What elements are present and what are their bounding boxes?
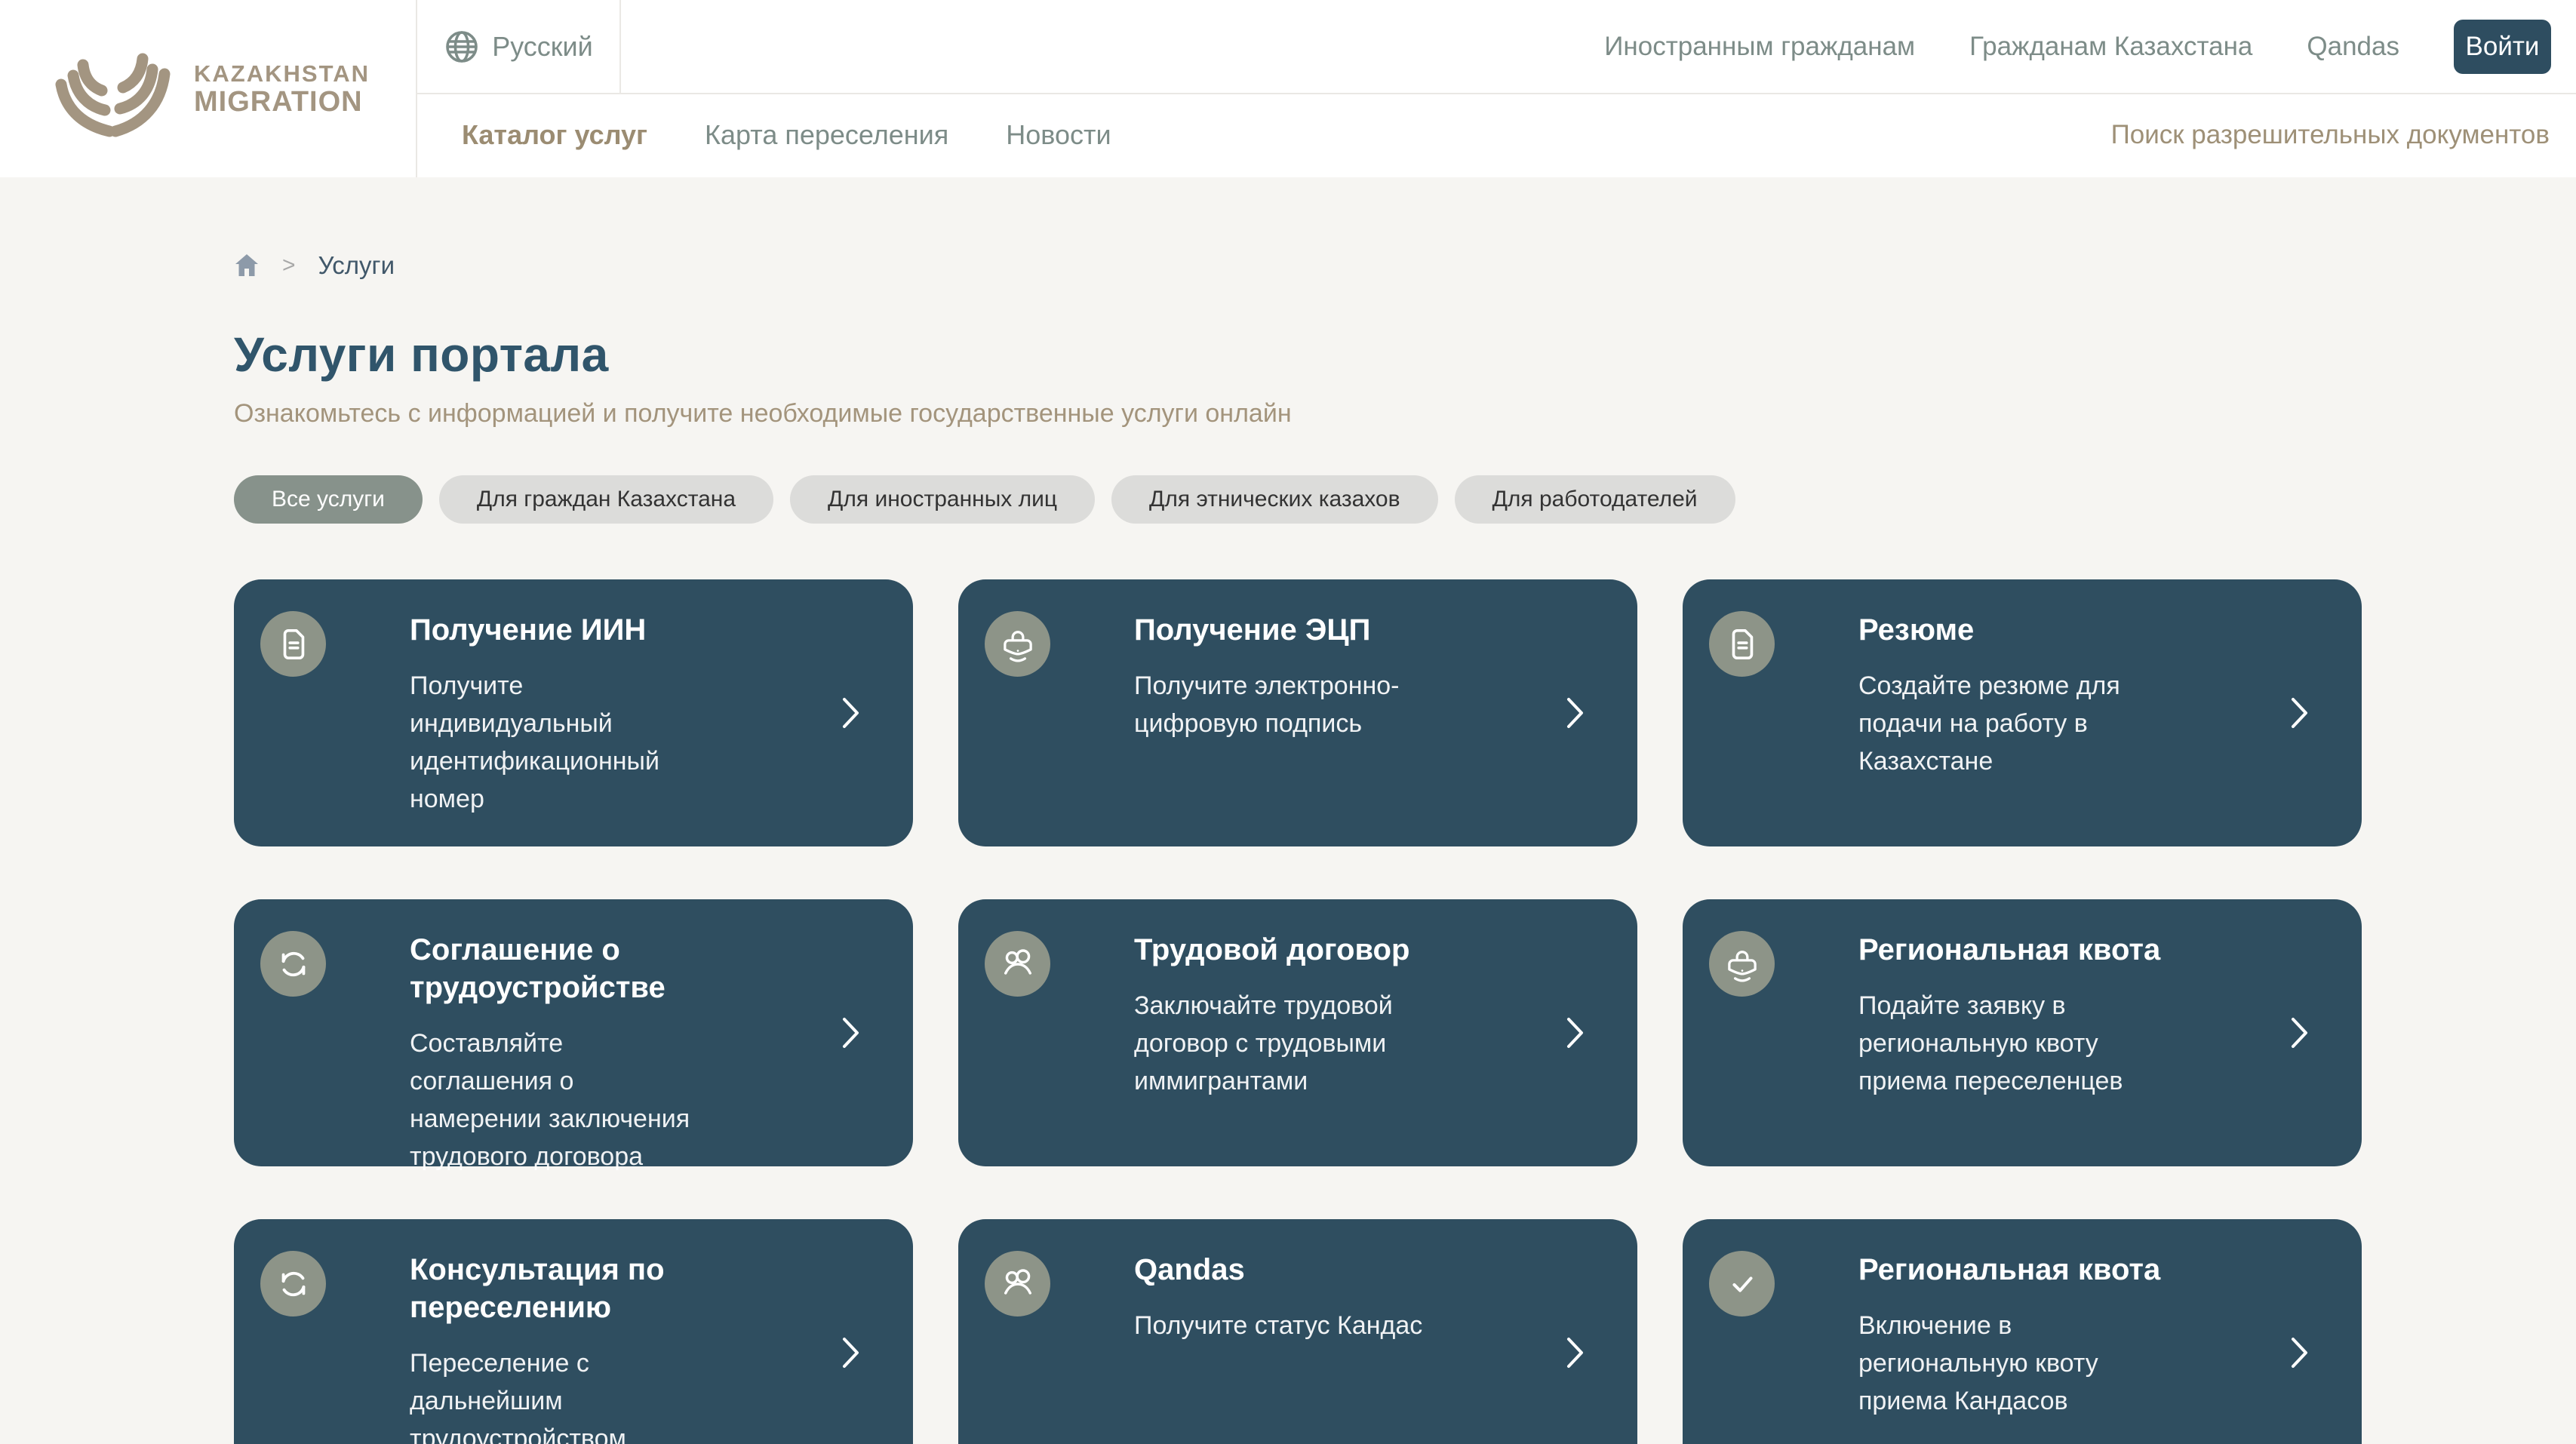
sync-icon [260, 931, 326, 997]
card-title: Консультация по переселению [410, 1251, 749, 1326]
document-icon [1709, 611, 1775, 677]
filter-ethnic-kazakhs[interactable]: Для этнических казахов [1111, 475, 1438, 524]
people-icon [985, 1251, 1050, 1316]
card-description: Включение в региональную квоту приема Ка… [1858, 1307, 2153, 1420]
chevron-right-icon [1566, 1017, 1585, 1049]
card-title: Получение ИИН [410, 611, 749, 649]
header: KAZAKHSTAN MIGRATION Русский Иностранным… [0, 0, 2576, 177]
main-content: > Услуги Услуги портала Ознакомьтесь с и… [0, 177, 2576, 1444]
permit-documents-search-link[interactable]: Поиск разрешительных документов [2111, 120, 2576, 150]
service-card-ecp[interactable]: Получение ЭЦП Получите электронно-цифров… [958, 579, 1637, 846]
service-card-resettlement-consultation[interactable]: Консультация по переселению Переселение … [234, 1219, 913, 1444]
main-nav: Каталог услуг Карта переселения Новости … [417, 94, 2576, 176]
filter-chips: Все услуги Для граждан Казахстана Для ин… [234, 475, 2576, 524]
card-description: Получите статус Кандас [1134, 1307, 1428, 1344]
card-description: Заключайте трудовой договор с трудовыми … [1134, 987, 1428, 1100]
link-kazakhstan-citizens[interactable]: Гражданам Казахстана [1969, 32, 2252, 62]
card-description: Составляйте соглашения о намерении заклю… [410, 1025, 704, 1175]
chevron-right-icon [1566, 1337, 1585, 1369]
card-description: Получите индивидуальный идентификационны… [410, 667, 704, 818]
card-title: Региональная квота [1858, 1251, 2198, 1289]
nav-resettlement-map[interactable]: Карта переселения [705, 119, 948, 151]
language-selector[interactable]: Русский [417, 0, 621, 93]
globe-icon [444, 29, 480, 65]
card-title: Региональная квота [1858, 931, 2198, 969]
filter-citizens-kazakhstan[interactable]: Для граждан Казахстана [439, 475, 773, 524]
card-title: Qandas [1134, 1251, 1474, 1289]
link-foreign-citizens[interactable]: Иностранным гражданам [1604, 32, 1915, 62]
login-button[interactable]: Войти [2454, 20, 2551, 74]
breadcrumb-current[interactable]: Услуги [318, 251, 395, 280]
service-card-qandas[interactable]: Qandas Получите статус Кандас [958, 1219, 1637, 1444]
card-title: Соглашение о трудоустройстве [410, 931, 749, 1006]
service-card-regional-quota[interactable]: Региональная квота Подайте заявку в реги… [1683, 899, 2362, 1166]
page-title: Услуги портала [234, 327, 2576, 383]
logo[interactable]: KAZAKHSTAN MIGRATION [0, 0, 417, 177]
card-description: Переселение с дальнейшим трудоустройство… [410, 1344, 704, 1444]
language-label: Русский [492, 31, 593, 63]
link-qandas[interactable]: Qandas [2307, 32, 2399, 62]
sync-icon [260, 1251, 326, 1316]
service-card-regional-quota-qandas[interactable]: Региональная квота Включение в региональ… [1683, 1219, 2362, 1444]
card-description: Получите электронно-цифровую подпись [1134, 667, 1428, 742]
nav-news[interactable]: Новости [1006, 119, 1111, 151]
header-top-row: Русский Иностранным гражданам Гражданам … [417, 0, 2576, 94]
chevron-right-icon [842, 1017, 860, 1049]
chevron-right-icon [2291, 1337, 2309, 1369]
briefcase-icon [985, 611, 1050, 677]
card-title: Резюме [1858, 611, 2198, 649]
service-card-resume[interactable]: Резюме Создайте резюме для подачи на раб… [1683, 579, 2362, 846]
check-icon [1709, 1251, 1775, 1316]
card-title: Получение ЭЦП [1134, 611, 1474, 649]
logo-wordmark: KAZAKHSTAN MIGRATION [194, 61, 370, 117]
document-icon [260, 611, 326, 677]
chevron-right-icon [842, 697, 860, 729]
home-icon[interactable] [234, 253, 260, 278]
breadcrumb: > Услуги [234, 251, 2576, 280]
service-card-iin[interactable]: Получение ИИН Получите индивидуальный ид… [234, 579, 913, 846]
card-title: Трудовой договор [1134, 931, 1474, 969]
breadcrumb-separator: > [282, 253, 296, 278]
chevron-right-icon [2291, 1017, 2309, 1049]
filter-all-services[interactable]: Все услуги [234, 475, 423, 524]
briefcase-icon [1709, 931, 1775, 997]
service-card-labor-contract[interactable]: Трудовой договор Заключайте трудовой дог… [958, 899, 1637, 1166]
service-card-employment-agreement[interactable]: Соглашение о трудоустройстве Составляйте… [234, 899, 913, 1166]
services-grid: Получение ИИН Получите индивидуальный ид… [234, 579, 2362, 1444]
card-description: Создайте резюме для подачи на работу в К… [1858, 667, 2153, 780]
people-icon [985, 931, 1050, 997]
chevron-right-icon [842, 1337, 860, 1369]
filter-employers[interactable]: Для работодателей [1455, 475, 1735, 524]
page-subtitle: Ознакомьтесь с информацией и получите не… [234, 399, 2576, 429]
chevron-right-icon [2291, 697, 2309, 729]
chevron-right-icon [1566, 697, 1585, 729]
card-description: Подайте заявку в региональную квоту прие… [1858, 987, 2153, 1100]
nav-services-catalog[interactable]: Каталог услуг [462, 119, 647, 151]
logo-bird-icon [46, 41, 180, 137]
filter-foreign-persons[interactable]: Для иностранных лиц [790, 475, 1095, 524]
